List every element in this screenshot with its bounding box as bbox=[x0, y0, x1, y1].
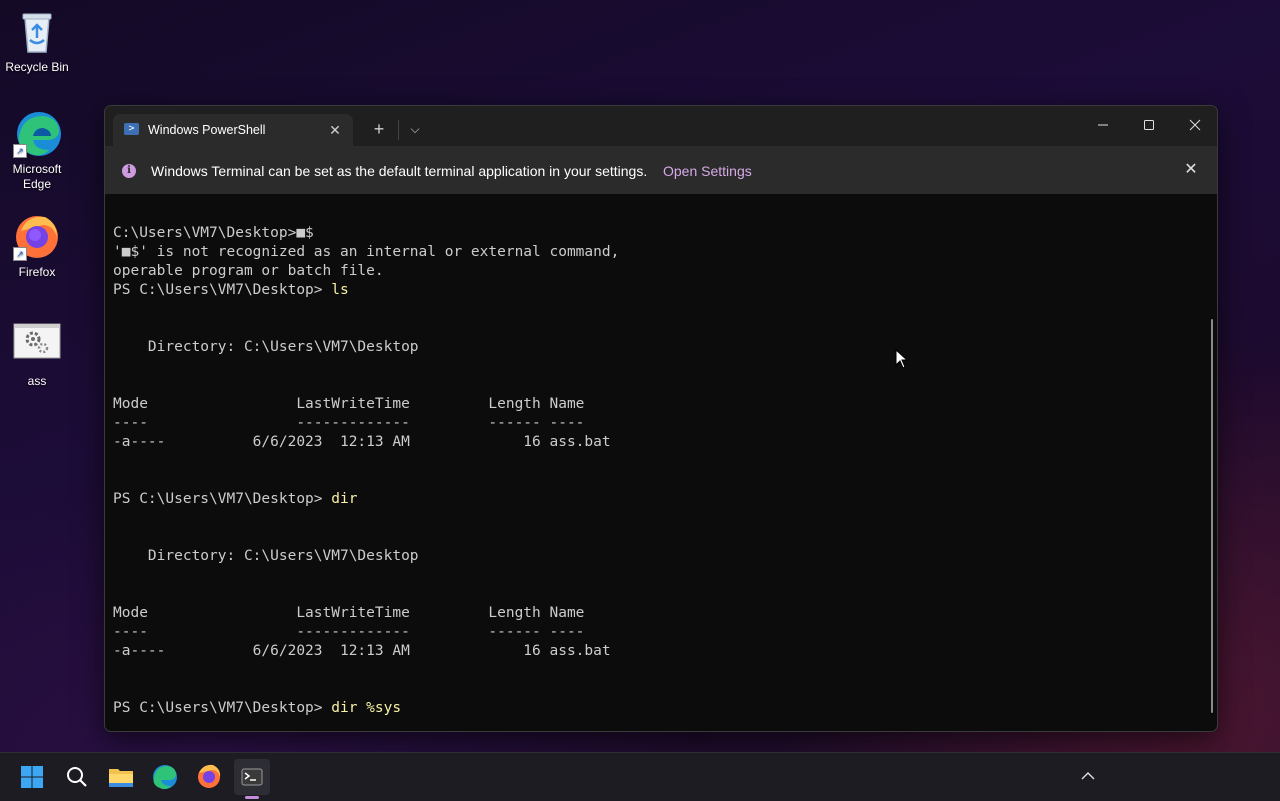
desktop-icon-label: Firefox bbox=[18, 265, 56, 279]
console-line: C:\Users\VM7\Desktop>■$ bbox=[113, 225, 314, 241]
desktop-icon-label: Recycle Bin bbox=[5, 60, 69, 74]
console-command: ls bbox=[331, 282, 349, 298]
desktop: Recycle Bin ↗ Microsoft Edge ↗ Firefox a… bbox=[0, 0, 1280, 752]
maximize-icon bbox=[1144, 120, 1154, 130]
desktop-icon-firefox[interactable]: ↗ Firefox bbox=[0, 213, 74, 280]
console-line: PS C:\Users\VM7\Desktop> dir %sys bbox=[113, 699, 1203, 718]
close-icon bbox=[1189, 119, 1201, 131]
default-terminal-infobar: i Windows Terminal can be set as the def… bbox=[105, 146, 1217, 194]
console-line: PS C:\Users\VM7\Desktop> ls bbox=[113, 281, 1203, 300]
console-line: -a---- 6/6/2023 12:13 AM 16 ass.bat bbox=[113, 643, 611, 659]
scrollbar[interactable] bbox=[1211, 319, 1213, 713]
console-line: Mode LastWriteTime Length Name bbox=[113, 605, 585, 621]
search-icon bbox=[67, 767, 87, 787]
console-line: Directory: C:\Users\VM7\Desktop bbox=[113, 339, 419, 355]
console-prompt: PS C:\Users\VM7\Desktop> bbox=[113, 700, 332, 716]
firefox-icon: ↗ bbox=[13, 213, 61, 261]
terminal-window: > Windows PowerShell ✕ + ⌵ i Windows Ter… bbox=[104, 105, 1218, 732]
edge-icon bbox=[153, 765, 177, 790]
terminal-icon bbox=[241, 768, 263, 786]
edge-icon: ↗ bbox=[13, 110, 61, 158]
console-line: Mode LastWriteTime Length Name bbox=[113, 396, 585, 412]
console-prompt: PS C:\Users\VM7\Desktop> bbox=[113, 282, 332, 298]
firefox-icon bbox=[198, 764, 221, 788]
infobar-message: Windows Terminal can be set as the defau… bbox=[151, 163, 648, 179]
divider bbox=[398, 120, 399, 140]
title-bar[interactable]: > Windows PowerShell ✕ + ⌵ bbox=[105, 106, 1217, 146]
shortcut-arrow-icon: ↗ bbox=[13, 247, 27, 261]
start-icon bbox=[21, 766, 43, 788]
file-explorer-button[interactable] bbox=[103, 759, 139, 795]
minimize-icon bbox=[1098, 124, 1108, 126]
desktop-icon-edge[interactable]: ↗ Microsoft Edge bbox=[0, 110, 74, 192]
recycle-bin-icon bbox=[13, 8, 61, 56]
console-line: -a---- 6/6/2023 12:13 AM 16 ass.bat bbox=[113, 434, 611, 450]
console-line: PS C:\Users\VM7\Desktop> dir bbox=[113, 490, 1203, 509]
desktop-icon-label: ass bbox=[27, 374, 47, 388]
console-line: ---- ------------- ------ ---- bbox=[113, 624, 585, 640]
info-icon: i bbox=[122, 164, 136, 178]
console-command: dir bbox=[331, 491, 358, 507]
active-app-indicator bbox=[245, 796, 259, 799]
show-hidden-icons-button[interactable] bbox=[1078, 767, 1098, 787]
tab-windows-powershell[interactable]: > Windows PowerShell ✕ bbox=[113, 114, 353, 146]
taskbar bbox=[0, 752, 1280, 801]
desktop-icon-label: Microsoft Edge bbox=[12, 162, 62, 191]
close-infobar-icon[interactable]: ✕ bbox=[1181, 160, 1201, 180]
firefox-taskbar-button[interactable] bbox=[191, 759, 227, 795]
powershell-icon: > bbox=[124, 123, 139, 135]
new-tab-button[interactable]: + bbox=[364, 116, 394, 142]
console-line: '■$' is not recognized as an internal or… bbox=[113, 244, 620, 260]
console-prompt: PS C:\Users\VM7\Desktop> bbox=[113, 491, 332, 507]
batch-file-icon bbox=[13, 322, 61, 370]
desktop-icon-ass-bat[interactable]: ass bbox=[0, 322, 74, 389]
desktop-icon-recycle-bin[interactable]: Recycle Bin bbox=[0, 8, 74, 75]
console-line: Directory: C:\Users\VM7\Desktop bbox=[113, 548, 419, 564]
open-settings-link[interactable]: Open Settings bbox=[663, 162, 752, 180]
console-line: operable program or batch file. bbox=[113, 263, 384, 279]
console-line: ---- ------------- ------ ---- bbox=[113, 415, 585, 431]
tab-title: Windows PowerShell bbox=[148, 123, 266, 137]
minimize-button[interactable] bbox=[1080, 106, 1126, 146]
mouse-cursor-icon bbox=[895, 349, 909, 369]
start-button[interactable] bbox=[14, 759, 50, 795]
console-command: dir %sys bbox=[331, 700, 402, 716]
chevron-up-icon bbox=[1081, 772, 1095, 780]
close-window-button[interactable] bbox=[1172, 106, 1217, 146]
search-button[interactable] bbox=[59, 759, 95, 795]
shortcut-arrow-icon: ↗ bbox=[13, 144, 27, 158]
file-explorer-icon bbox=[109, 769, 133, 787]
maximize-button[interactable] bbox=[1126, 106, 1172, 146]
close-tab-icon[interactable]: ✕ bbox=[325, 120, 345, 140]
terminal-taskbar-button[interactable] bbox=[234, 759, 270, 795]
edge-taskbar-button[interactable] bbox=[147, 759, 183, 795]
console-output[interactable]: C:\Users\VM7\Desktop>■$ '■$' is not recog… bbox=[113, 224, 1203, 724]
tab-dropdown-button[interactable]: ⌵ bbox=[400, 116, 430, 142]
